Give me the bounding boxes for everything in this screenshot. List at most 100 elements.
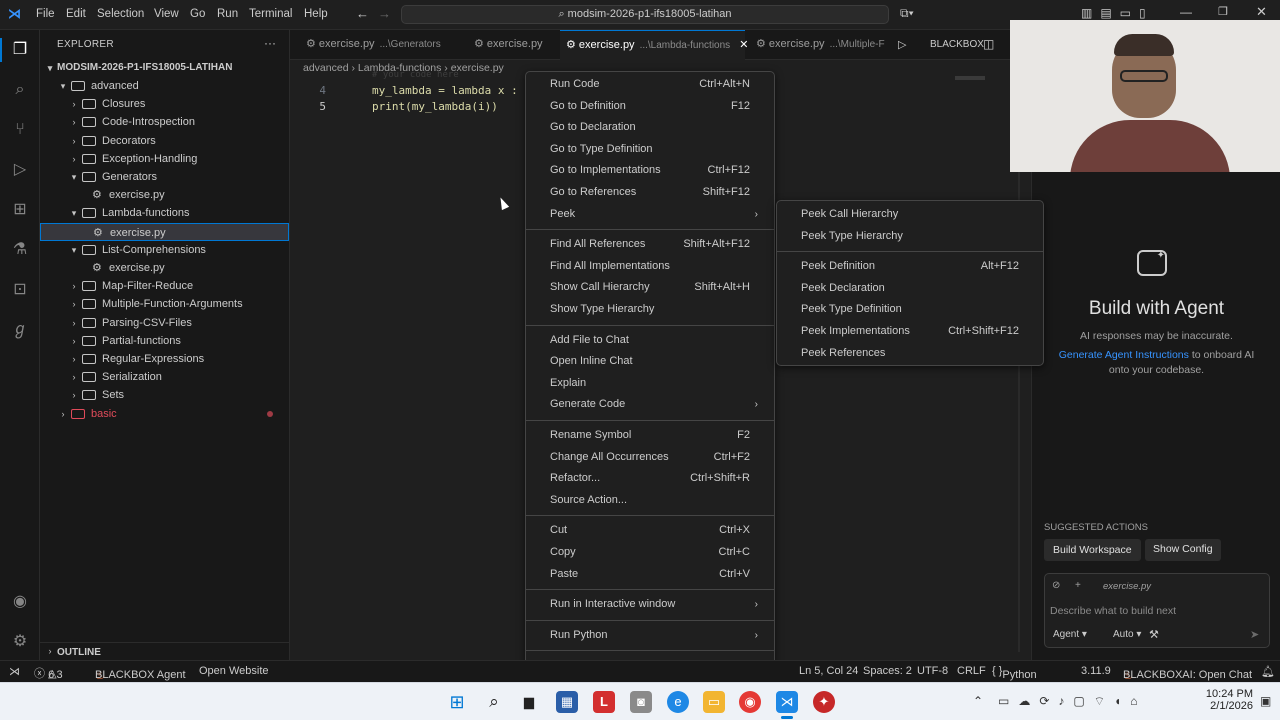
editor-tab[interactable]: ⚙ exercise.py ...\Lambda-functions ✕ <box>560 30 748 60</box>
menu-item-paste[interactable]: Paste Ctrl+V <box>530 564 770 585</box>
tree-folder[interactable]: ▾ Lambda-functions <box>40 204 289 222</box>
tree-folder[interactable]: › Multiple-Function-Arguments <box>40 295 289 313</box>
editor-tab[interactable]: ⚙ exercise.py ...\Multiple-F <box>750 30 900 60</box>
python-version[interactable]: 3.11.9 <box>1081 665 1111 677</box>
menu-item-peek-type-definition[interactable]: Peek Type Definition <box>781 299 1039 320</box>
camera-app-icon[interactable]: ◙ <box>630 691 652 713</box>
tree-folder[interactable]: › Sets <box>40 386 289 404</box>
menu-item-go-to-type-definition[interactable]: Go to Type Definition <box>530 139 770 160</box>
encoding[interactable]: UTF-8 <box>917 665 948 677</box>
menu-item-copy[interactable]: Copy Ctrl+C <box>530 542 770 563</box>
remote-explorer-icon[interactable]: ⊡ <box>10 280 30 300</box>
attach-icon[interactable]: ⊘ <box>1052 580 1060 591</box>
send-icon[interactable]: ➤ <box>1250 628 1259 641</box>
vscode-app-icon[interactable]: ⋊ <box>776 691 798 713</box>
testing-icon[interactable]: ⚗ <box>10 240 30 260</box>
tree-folder[interactable]: ▾ List-Comprehensions <box>40 241 289 259</box>
extensions-icon[interactable]: ⊞ <box>10 200 30 220</box>
code-line[interactable]: print(my_lambda(i)) <box>372 100 498 113</box>
menu-terminal[interactable]: Terminal <box>249 8 292 20</box>
copilot-icon[interactable]: ⧉▾ <box>900 6 914 21</box>
tree-folder[interactable]: › Serialization <box>40 368 289 386</box>
command-center-search[interactable]: ⌕ modsim-2026-p1-ifs18005-latihan <box>401 5 889 24</box>
tree-file[interactable]: ⚙ exercise.py <box>40 186 289 204</box>
menu-item-peek-definition[interactable]: Peek Definition Alt+F12 <box>781 256 1039 277</box>
language-mode[interactable]: { } Python <box>992 665 1037 681</box>
menu-item-change-all-occurrences[interactable]: Change All Occurrences Ctrl+F2 <box>530 447 770 468</box>
account-icon[interactable]: ◉ <box>10 592 30 612</box>
tree-folder[interactable]: ▾ Generators <box>40 168 289 186</box>
outline-section[interactable]: › OUTLINE <box>40 642 289 660</box>
git-app-icon[interactable]: ✦ <box>813 691 835 713</box>
layout-icons[interactable]: ▥▤▭▯ <box>1081 6 1154 20</box>
clock[interactable]: 10:24 PM 2/1/2026 <box>1193 688 1253 712</box>
tree-folder[interactable]: › Decorators <box>40 132 289 150</box>
windows-start-icon[interactable]: ⊞ <box>446 691 468 713</box>
menu-item-go-to-definition[interactable]: Go to Definition F12 <box>530 96 770 117</box>
calculator-app-icon[interactable]: ▦ <box>556 691 578 713</box>
source-control-icon[interactable]: ⑂ <box>10 120 30 140</box>
tree-folder[interactable]: › Code-Introspection <box>40 113 289 131</box>
menu-item-find-all-implementations[interactable]: Find All Implementations <box>530 256 770 277</box>
menu-view[interactable]: View <box>154 8 179 20</box>
menu-item-peek-call-hierarchy[interactable]: Peek Call Hierarchy <box>781 204 1039 225</box>
close-window-button[interactable]: ✕ <box>1256 4 1267 20</box>
tray-icons[interactable]: ▭☁⟳♪▢⌔◖⌂ <box>998 694 1147 709</box>
menu-item-refactor[interactable]: Refactor... Ctrl+Shift+R <box>530 468 770 489</box>
menu-item-peek-type-hierarchy[interactable]: Peek Type Hierarchy <box>781 226 1039 247</box>
tree-folder[interactable]: › Closures <box>40 95 289 113</box>
forward-arrow-icon[interactable]: → <box>378 6 391 21</box>
breadcrumb-item[interactable]: advanced <box>303 62 349 74</box>
menu-item-rename-symbol[interactable]: Rename Symbol F2 <box>530 425 770 446</box>
menu-item-find-all-references[interactable]: Find All References Shift+Alt+F12 <box>530 234 770 255</box>
edge-browser-icon[interactable]: e <box>667 691 689 713</box>
chrome-browser-icon[interactable]: ◉ <box>739 691 761 713</box>
menu-item-show-call-hierarchy[interactable]: Show Call Hierarchy Shift+Alt+H <box>530 277 770 298</box>
tree-folder[interactable]: › Parsing-CSV-Files <box>40 314 289 332</box>
menu-item-go-to-references[interactable]: Go to References Shift+F12 <box>530 182 770 203</box>
menu-item-add-file-to-chat[interactable]: Add File to Chat <box>530 330 770 351</box>
notification-icon[interactable]: ▣ <box>1260 694 1271 708</box>
model-dropdown[interactable]: Auto ▾ <box>1113 629 1141 640</box>
code-line[interactable]: my_lambda = lambda x : ( <box>372 84 531 97</box>
menu-item-explain[interactable]: Explain <box>530 373 770 394</box>
menu-item-go-to-declaration[interactable]: Go to Declaration <box>530 117 770 138</box>
tree-folder[interactable]: ▾ advanced <box>40 77 289 95</box>
blackbox-icon[interactable]: ℊ <box>10 320 30 340</box>
red-app-icon[interactable]: L <box>593 691 615 713</box>
file-explorer-icon[interactable]: ▭ <box>703 691 725 713</box>
close-tab-icon[interactable]: ✕ <box>736 39 748 51</box>
run-debug-icon[interactable]: ▷ <box>10 160 30 180</box>
tree-folder[interactable]: › Regular-Expressions <box>40 350 289 368</box>
tree-folder[interactable]: › Partial-functions <box>40 332 289 350</box>
editor-tab[interactable]: ⚙ exercise.py ...\Generators <box>300 30 460 60</box>
tray-chevron-icon[interactable]: ⌃ <box>973 694 983 708</box>
indentation[interactable]: Spaces: 2 <box>863 665 912 677</box>
menu-edit[interactable]: Edit <box>66 8 86 20</box>
menu-item-peek-references[interactable]: Peek References <box>781 343 1039 364</box>
menu-help[interactable]: Help <box>304 8 328 20</box>
menu-file[interactable]: File <box>36 8 55 20</box>
menu-item-open-inline-chat[interactable]: Open Inline Chat <box>530 351 770 372</box>
generate-agent-instructions-link[interactable]: Generate Agent Instructions <box>1059 349 1189 361</box>
menu-item-show-type-hierarchy[interactable]: Show Type Hierarchy <box>530 299 770 320</box>
tree-file[interactable]: ⚙ exercise.py <box>40 222 289 241</box>
back-arrow-icon[interactable]: ← <box>356 6 369 21</box>
end-of-line[interactable]: CRLF <box>957 665 986 677</box>
split-editor-icon[interactable]: ◫ <box>983 37 994 51</box>
search-icon[interactable]: ⌕ <box>483 691 505 713</box>
minimize-button[interactable]: — <box>1180 5 1192 19</box>
build-workspace-button[interactable]: Build Workspace <box>1044 539 1141 561</box>
tree-folder[interactable]: › basic <box>40 405 289 423</box>
menu-item-generate-code[interactable]: Generate Code › <box>530 394 770 415</box>
remote-indicator-icon[interactable]: ⋊ <box>9 665 20 678</box>
menu-item-run-code[interactable]: Run Code Ctrl+Alt+N <box>530 74 770 95</box>
notifications-bell-icon[interactable]: 🔔︎ <box>1261 665 1275 678</box>
attached-file-chip[interactable]: exercise.py <box>1103 581 1151 592</box>
menu-item-cut[interactable]: Cut Ctrl+X <box>530 520 770 541</box>
show-config-button[interactable]: Show Config <box>1145 539 1221 561</box>
chat-input-placeholder[interactable]: Describe what to build next <box>1050 605 1176 617</box>
menu-item-go-to-implementations[interactable]: Go to Implementations Ctrl+F12 <box>530 160 770 181</box>
tools-icon[interactable]: ⚒ <box>1149 628 1159 641</box>
mode-dropdown[interactable]: Agent ▾ <box>1053 629 1087 640</box>
